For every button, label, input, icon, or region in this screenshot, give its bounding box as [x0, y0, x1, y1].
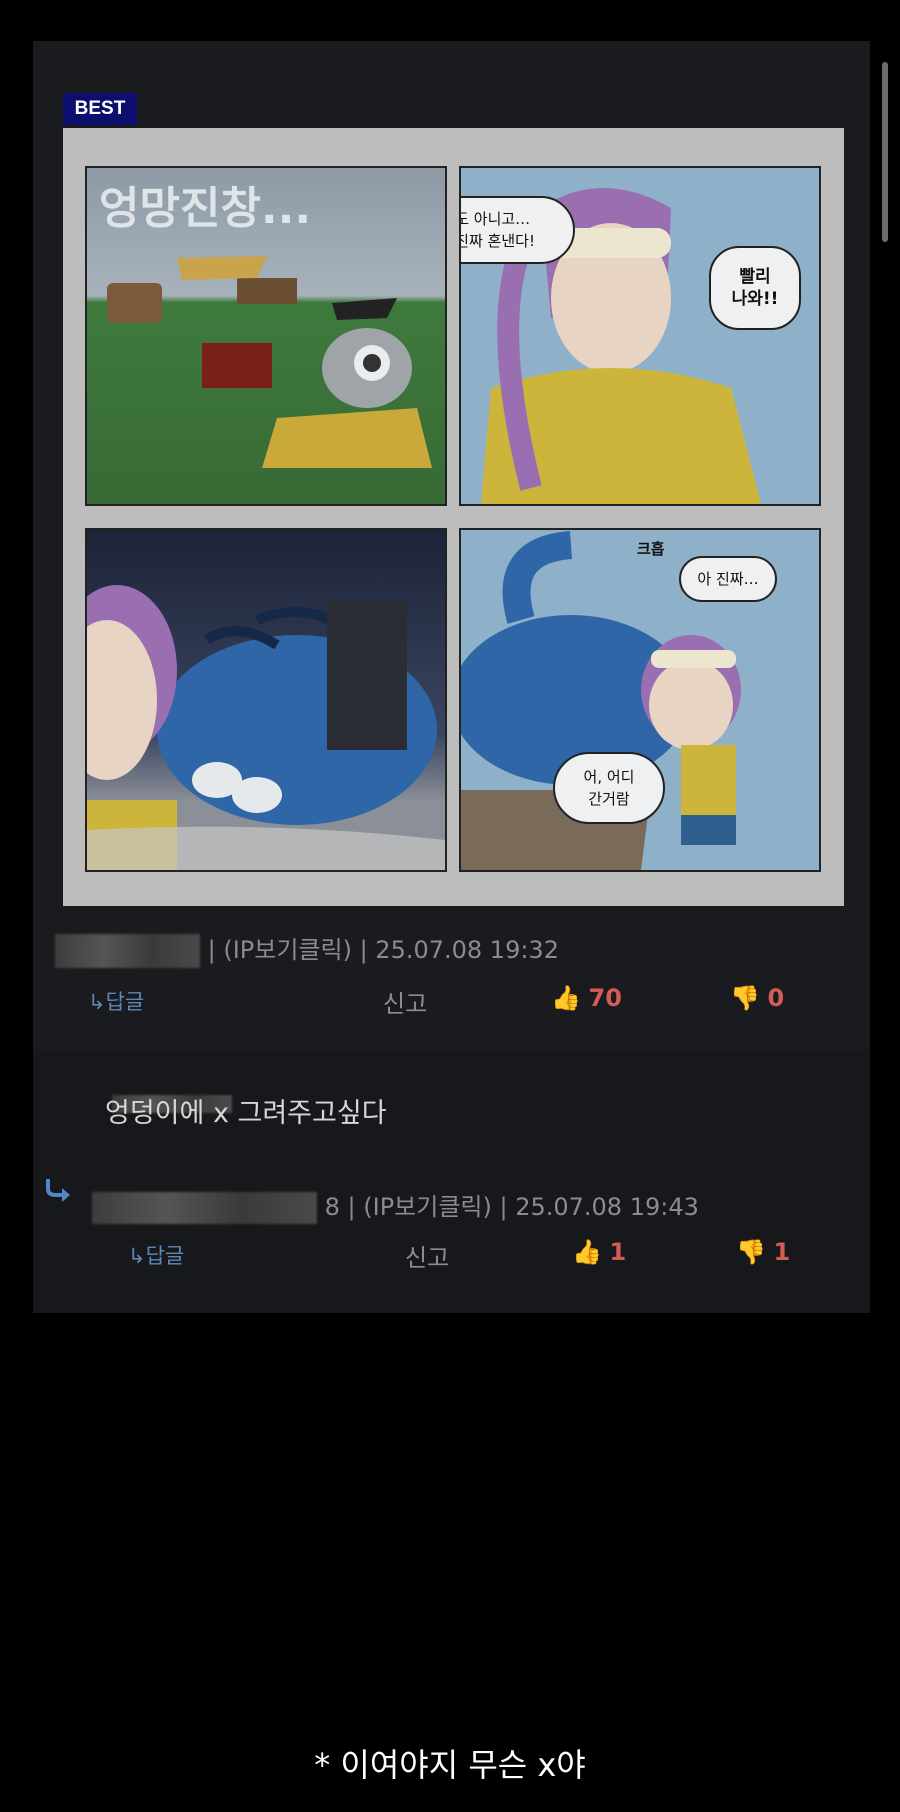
comic-panel-4: 크흡 아 진짜… 어, 어디 간거람 — [459, 528, 821, 872]
dislike-button-2[interactable]: 👎 1 — [736, 1238, 790, 1266]
speech-bubble-2: 빨리 나와!! — [709, 246, 801, 330]
like-button[interactable]: 👍 70 — [551, 984, 622, 1012]
speech-bubble-3: 아 진짜… — [679, 556, 777, 602]
username-redacted-2 — [92, 1192, 317, 1224]
reply-button-2[interactable]: ↳답글 — [128, 1240, 184, 1270]
reply-label: ↳답글 — [88, 990, 145, 1014]
comment-2-text: 엉덩이에 x 그려주고싶다 — [105, 1098, 387, 1129]
reply-arrow-icon — [46, 1179, 70, 1202]
comic-panel-2: 한두번도 아니고… 이번엔 진짜 혼낸다! 빨리 나와!! — [459, 166, 821, 506]
comic-panel-1: 엉망진창... — [85, 166, 447, 506]
dislike-count-2: 1 — [773, 1238, 791, 1266]
like-count-2: 1 — [609, 1238, 627, 1266]
comment-2-meta-text: 8 | (IP보기클릭) | 25.07.08 19:43 — [324, 1193, 699, 1221]
comment-1-meta: | (IP보기클릭) | 25.07.08 19:32 — [55, 930, 559, 968]
comment-1-meta-text: | (IP보기클릭) | 25.07.08 19:32 — [207, 936, 559, 964]
username-redacted — [55, 934, 200, 968]
sound-effect: 크흡 — [637, 540, 665, 558]
report-button[interactable]: 신고 — [383, 984, 427, 1019]
comic-image: 엉망진창... 한두번도 아니고… 이번 — [63, 128, 844, 906]
thumbs-down-icon: 👎 — [730, 984, 760, 1012]
dislike-count: 0 — [767, 984, 785, 1012]
trash-scene — [107, 256, 432, 468]
comment-2-meta: 8 | (IP보기클릭) | 25.07.08 19:43 — [92, 1187, 699, 1224]
best-badge: BEST — [63, 93, 137, 125]
thumbs-down-icon: 👎 — [736, 1238, 766, 1266]
blanket-creature — [87, 585, 445, 870]
reply-label-2: ↳답글 — [128, 1244, 185, 1268]
like-button-2[interactable]: 👍 1 — [572, 1238, 626, 1266]
speech-bubble-1: 한두번도 아니고… 이번엔 진짜 혼낸다! — [461, 196, 575, 264]
like-count: 70 — [588, 984, 622, 1012]
reply-button[interactable]: ↳답글 — [88, 986, 144, 1016]
reply-section — [33, 1050, 870, 1313]
report-button-2[interactable]: 신고 — [405, 1238, 449, 1273]
dislike-button[interactable]: 👎 0 — [730, 984, 784, 1012]
comic-panel-3 — [85, 528, 447, 872]
scrollbar[interactable] — [882, 62, 888, 242]
thumbs-up-icon: 👍 — [572, 1238, 602, 1266]
speech-bubble-4: 어, 어디 간거람 — [553, 752, 665, 824]
thumbs-up-icon: 👍 — [551, 984, 581, 1012]
caption-text: * 이여야지 무슨 x야 — [314, 1746, 586, 1784]
